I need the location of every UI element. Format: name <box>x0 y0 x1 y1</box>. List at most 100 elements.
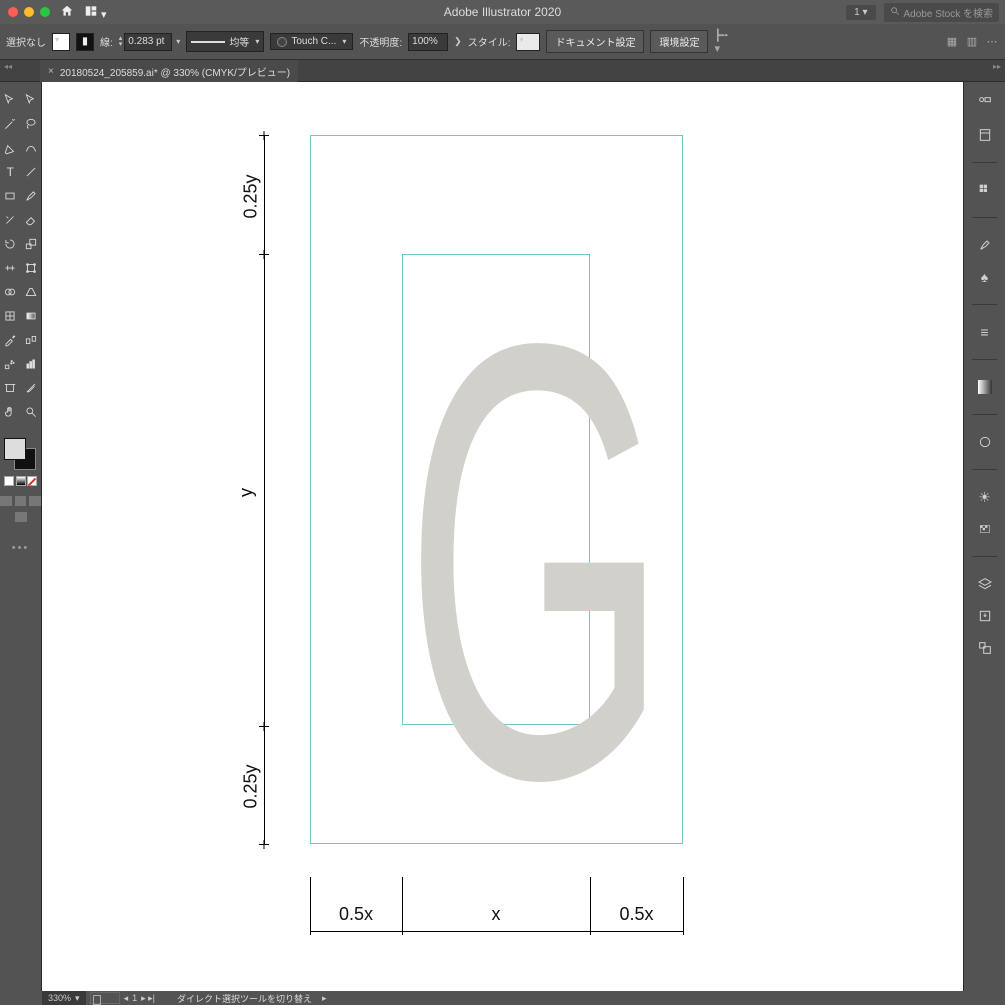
close-doc-icon[interactable]: × <box>48 66 54 77</box>
transparency-panel-icon[interactable] <box>976 520 994 538</box>
edit-toolbar-icon[interactable]: ••• <box>0 542 41 554</box>
perspective-tool-icon[interactable] <box>21 280 42 304</box>
stroke-swatch[interactable]: ▮ <box>76 33 94 51</box>
direct-selection-tool-icon[interactable] <box>21 88 42 112</box>
window-controls <box>8 7 50 17</box>
dim-y-top: 0.25y <box>241 174 262 218</box>
graphic-style-select[interactable] <box>516 33 540 51</box>
maximize-window-button[interactable] <box>40 7 50 17</box>
workspace-switcher[interactable]: 1 ▾ <box>846 5 875 20</box>
screen-mode-icons[interactable] <box>0 512 41 522</box>
width-tool-icon[interactable] <box>0 256 21 280</box>
color-mode-icons <box>0 476 41 486</box>
hand-tool-icon[interactable] <box>0 400 21 424</box>
fill-swatch[interactable] <box>52 33 70 51</box>
stroke-weight-input[interactable] <box>124 33 172 51</box>
artboard-nav-icon[interactable] <box>90 992 120 1004</box>
artboard-prev-icon[interactable]: ◂ <box>124 993 129 1004</box>
graph-tool-icon[interactable] <box>21 352 42 376</box>
status-bar: 330% ▾ ◂ 1 ▸ ▸| ダイレクト選択ツールを切り替え ▸ <box>0 991 1005 1005</box>
gradient-panel-icon[interactable] <box>976 378 994 396</box>
slice-tool-icon[interactable] <box>21 376 42 400</box>
stock-search-input[interactable]: Adobe Stock を検索 <box>884 3 999 22</box>
pen-tool-icon[interactable] <box>0 136 21 160</box>
opacity-label: 不透明度: <box>359 34 402 49</box>
eraser-tool-icon[interactable] <box>21 208 42 232</box>
glyph-letter: G <box>404 252 669 872</box>
stroke-profile-select[interactable]: 均等 <box>186 31 264 52</box>
shaper-tool-icon[interactable] <box>0 208 21 232</box>
dim-x-right: 0.5x <box>590 904 683 925</box>
scale-tool-icon[interactable] <box>21 232 42 256</box>
toolbox: T ••• <box>0 82 42 991</box>
canvas[interactable]: G 0.25y y 0.25y 0.5x x 0.5x <box>42 82 963 991</box>
blend-tool-icon[interactable] <box>21 328 42 352</box>
artboards-panel-icon[interactable] <box>976 639 994 657</box>
zoom-tool-icon[interactable] <box>21 400 42 424</box>
arrange-docs-icon[interactable]: ▾ <box>84 4 107 21</box>
mesh-tool-icon[interactable] <box>0 304 21 328</box>
search-icon <box>890 6 900 19</box>
title-bar: ▾ Adobe Illustrator 2020 1 ▾ Adobe Stock… <box>0 0 1005 24</box>
drawing-mode-icons[interactable] <box>0 496 41 506</box>
prefs-button[interactable]: 環境設定 <box>650 30 708 53</box>
type-tool-icon[interactable]: T <box>0 160 21 184</box>
free-transform-tool-icon[interactable] <box>21 256 42 280</box>
layers-panel-icon[interactable] <box>976 575 994 593</box>
line-tool-icon[interactable] <box>21 160 42 184</box>
brush-tool-icon[interactable] <box>21 184 42 208</box>
close-window-button[interactable] <box>8 7 18 17</box>
shapebuilder-tool-icon[interactable] <box>0 280 21 304</box>
brush-select[interactable]: Touch C... <box>270 33 353 50</box>
curvature-tool-icon[interactable] <box>21 136 42 160</box>
stroke-panel-icon[interactable]: ≡ <box>976 323 994 341</box>
zoom-level[interactable]: 330% ▾ <box>42 991 86 1005</box>
dim-y-mid: y <box>236 488 257 497</box>
toolbox-flyout-icon[interactable]: ◂◂ <box>4 62 12 71</box>
fill-color-icon[interactable] <box>4 438 26 460</box>
selection-tool-icon[interactable] <box>0 88 21 112</box>
minimize-window-button[interactable] <box>24 7 34 17</box>
opacity-input[interactable] <box>408 33 448 51</box>
vtick <box>259 254 269 255</box>
isolate-icon[interactable]: ▥ <box>965 35 979 49</box>
fill-stroke-color-picker[interactable] <box>4 438 37 472</box>
panel-flyout-icon[interactable]: ▸▸ <box>993 62 1001 71</box>
solid-color-icon[interactable] <box>4 476 14 486</box>
more-options-icon[interactable]: ⋯ <box>985 35 999 49</box>
transform-panel-icon[interactable]: ▦ <box>945 35 959 49</box>
selection-label: 選択なし <box>6 34 46 49</box>
swatches-panel-icon[interactable] <box>976 181 994 199</box>
lasso-tool-icon[interactable] <box>21 112 42 136</box>
asset-export-panel-icon[interactable] <box>976 607 994 625</box>
properties-panel-icon[interactable] <box>976 94 994 112</box>
appearance-panel-icon[interactable]: ☀ <box>976 488 994 506</box>
artboard-tool-icon[interactable] <box>0 376 21 400</box>
color-panel-icon[interactable] <box>976 433 994 451</box>
symbols-panel-icon[interactable]: ♠ <box>976 268 994 286</box>
horizontal-dim-rail <box>310 931 683 932</box>
vertical-dim-rail <box>264 135 265 844</box>
rotate-tool-icon[interactable] <box>0 232 21 256</box>
brushes-panel-icon[interactable] <box>976 236 994 254</box>
htick <box>683 877 684 935</box>
rectangle-tool-icon[interactable] <box>0 184 21 208</box>
doc-setup-button[interactable]: ドキュメント設定 <box>546 30 644 53</box>
symbolsprayer-tool-icon[interactable] <box>0 352 21 376</box>
align-menu-icon[interactable]: ┣╍ ▾ <box>714 35 728 49</box>
none-color-icon[interactable] <box>27 476 37 486</box>
gradient-color-icon[interactable] <box>16 476 26 486</box>
doc-tab-label: 20180524_205859.ai* @ 330% (CMYK/プレビュー) <box>60 64 290 79</box>
eyedropper-tool-icon[interactable] <box>0 328 21 352</box>
home-icon[interactable] <box>60 4 74 21</box>
artboard-next-icon[interactable]: ▸ ▸| <box>141 993 155 1004</box>
stroke-label: 線: <box>100 34 113 49</box>
doc-tab-strip: ◂◂ × 20180524_205859.ai* @ 330% (CMYK/プレ… <box>0 60 1005 82</box>
doc-tab[interactable]: × 20180524_205859.ai* @ 330% (CMYK/プレビュー… <box>40 60 298 82</box>
magic-wand-tool-icon[interactable] <box>0 112 21 136</box>
stock-search-placeholder: Adobe Stock を検索 <box>904 5 993 20</box>
stroke-weight-stepper[interactable]: ▴▾ <box>119 33 181 51</box>
gradient-tool-icon[interactable] <box>21 304 42 328</box>
control-bar: 選択なし ▮ 線: ▴▾ 均等 Touch C... 不透明度: ❯ スタイル:… <box>0 24 1005 60</box>
libraries-panel-icon[interactable] <box>976 126 994 144</box>
